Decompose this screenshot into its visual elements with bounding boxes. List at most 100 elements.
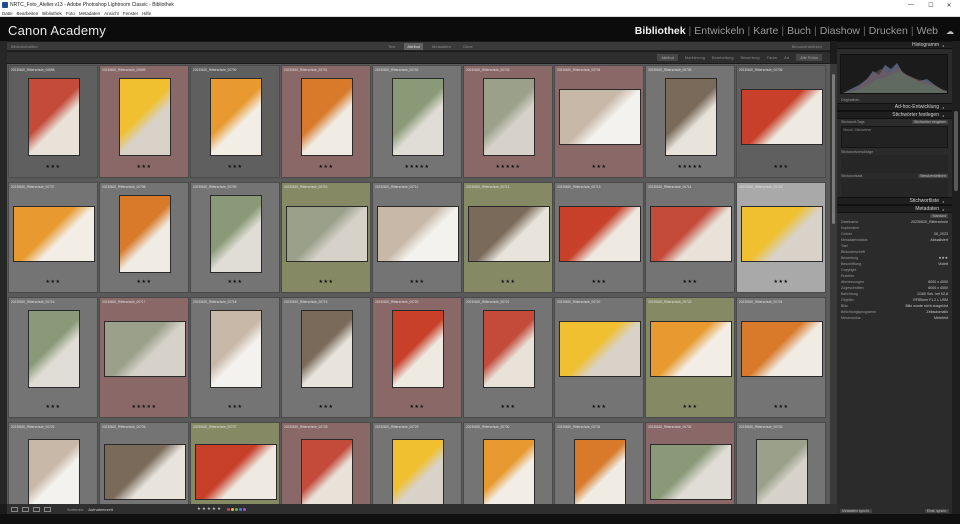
thumbnail-cell[interactable]: 20230620_Ritterschule_00705 ★★★★★ bbox=[645, 65, 735, 178]
module-bibliothek[interactable]: Bibliothek bbox=[633, 25, 688, 37]
menu-item-3[interactable]: Foto bbox=[66, 11, 75, 16]
maximize-button[interactable]: ☐ bbox=[922, 0, 940, 10]
photo-thumbnail[interactable] bbox=[392, 439, 444, 504]
thumbnail-rating[interactable]: ★★★ bbox=[464, 279, 552, 285]
metadata-value[interactable]: Aktualisiert bbox=[930, 238, 948, 242]
thumbnail-cell[interactable]: 20230620_Ritterschule_00731 bbox=[554, 422, 644, 504]
menu-item-2[interactable]: Bibliothek bbox=[42, 11, 62, 16]
quick-develop-header[interactable]: Ad-hoc-Entwicklung bbox=[837, 103, 952, 111]
thumbnail-cell[interactable]: 20230620_Ritterschule_00714 ★★★ bbox=[645, 182, 735, 293]
thumbnail-cell[interactable]: 20230620_Ritterschule_00729 bbox=[372, 422, 462, 504]
filter-tab-metadaten[interactable]: Metadaten bbox=[429, 43, 454, 50]
photo-thumbnail[interactable] bbox=[483, 439, 535, 504]
photo-thumbnail[interactable] bbox=[119, 78, 171, 156]
thumbnail-cell[interactable]: 20230620_Ritterschule_00715 ★★★ bbox=[736, 182, 826, 293]
photo-thumbnail[interactable] bbox=[741, 321, 823, 377]
photo-thumbnail[interactable] bbox=[377, 206, 459, 262]
metadata-header[interactable]: Metadaten bbox=[837, 205, 952, 213]
attribute-filter-0[interactable]: Attribut bbox=[657, 54, 678, 61]
photo-thumbnail[interactable] bbox=[210, 78, 262, 156]
thumbnail-cell[interactable]: 20230620_Ritterschule_00719 ★★★ bbox=[281, 297, 371, 418]
photo-thumbnail[interactable] bbox=[195, 444, 277, 500]
thumbnail-cell[interactable]: 20230620_Ritterschule_00712 ★★★ bbox=[463, 182, 553, 293]
metadata-value[interactable]: 20230620_Ritterschule bbox=[911, 220, 948, 224]
thumbnail-rating[interactable]: ★★★ bbox=[646, 279, 734, 285]
attribute-filter-3[interactable]: Bewertung bbox=[741, 55, 760, 60]
photo-thumbnail[interactable] bbox=[28, 78, 80, 156]
metadata-value[interactable]: RF85mm F1.2 L USM bbox=[913, 298, 948, 302]
photo-thumbnail[interactable] bbox=[483, 310, 535, 388]
thumbnail-cell[interactable]: 20230620_Ritterschule_00703 ★★★★★ bbox=[463, 65, 553, 178]
metadata-value[interactable]: ★★★ bbox=[938, 256, 948, 260]
attribute-filter-1[interactable]: Markierung bbox=[685, 55, 705, 60]
thumbnail-cell[interactable]: 20230620_Ritterschule_00706 ★★★ bbox=[736, 65, 826, 178]
close-button[interactable]: ✕ bbox=[940, 0, 958, 10]
thumbnail-rating[interactable]: ★★★ bbox=[373, 404, 461, 410]
keyword-set-grid[interactable] bbox=[841, 179, 948, 197]
thumbnail-rating[interactable]: ★★★ bbox=[373, 279, 461, 285]
thumbnail-cell[interactable]: 20230620_Ritterschule_00728 bbox=[281, 422, 371, 504]
photo-thumbnail[interactable] bbox=[210, 195, 262, 273]
thumbnail-grid[interactable]: 20230620_Ritterschule_00698 ★★★ 20230620_R… bbox=[7, 64, 830, 504]
color-label-dot[interactable] bbox=[238, 507, 242, 511]
thumbnail-cell[interactable]: 20230620_Ritterschule_00717 ★★★★★ bbox=[99, 297, 189, 418]
menu-item-7[interactable]: Hilfe bbox=[142, 11, 151, 16]
thumbnail-cell[interactable]: 20230620_Ritterschule_00725 bbox=[8, 422, 98, 504]
thumbnail-rating[interactable]: ★★★ bbox=[9, 404, 97, 410]
thumbnail-cell[interactable]: 20230620_Ritterschule_00702 ★★★★★ bbox=[372, 65, 462, 178]
thumbnail-cell[interactable]: 20230620_Ritterschule_00704 ★★★ bbox=[554, 65, 644, 178]
thumbnail-cell[interactable]: 20230620_Ritterschule_00732 bbox=[645, 422, 735, 504]
photo-thumbnail[interactable] bbox=[741, 89, 823, 145]
metadata-value[interactable]: 06_2023 bbox=[934, 232, 948, 236]
photo-thumbnail[interactable] bbox=[301, 310, 353, 388]
photo-thumbnail[interactable] bbox=[650, 444, 732, 500]
module-web[interactable]: Web bbox=[915, 25, 940, 37]
filter-preset[interactable]: Benutzerdefiniert bbox=[792, 44, 822, 49]
thumbnail-rating[interactable]: ★★★ bbox=[555, 164, 643, 170]
menu-item-0[interactable]: Datei bbox=[2, 11, 13, 16]
photo-thumbnail[interactable] bbox=[28, 439, 80, 504]
photo-thumbnail[interactable] bbox=[741, 206, 823, 262]
thumbnail-rating[interactable]: ★★★ bbox=[282, 279, 370, 285]
photo-thumbnail[interactable] bbox=[574, 439, 626, 504]
thumbnail-cell[interactable]: 20230620_Ritterschule_00701 ★★★ bbox=[281, 65, 371, 178]
photo-thumbnail[interactable] bbox=[210, 310, 262, 388]
thumbnail-rating[interactable]: ★★★ bbox=[100, 164, 188, 170]
thumbnail-rating[interactable]: ★★★ bbox=[555, 279, 643, 285]
photo-thumbnail[interactable] bbox=[104, 321, 186, 377]
grid-scroll-thumb[interactable] bbox=[832, 74, 835, 224]
thumbnail-cell[interactable]: 20230620_Ritterschule_00698 ★★★ bbox=[8, 65, 98, 178]
thumbnail-cell[interactable]: 20230620_Ritterschule_00721 ★★★ bbox=[463, 297, 553, 418]
photo-thumbnail[interactable] bbox=[13, 206, 95, 262]
thumbnail-cell[interactable]: 20230620_Ritterschule_00722 ★★★ bbox=[554, 297, 644, 418]
thumbnail-rating[interactable]: ★★★ bbox=[737, 404, 825, 410]
metadata-value[interactable]: 6000 x 4000 bbox=[928, 280, 948, 284]
grid-scrollbar[interactable] bbox=[830, 64, 837, 504]
thumbnail-cell[interactable]: 20230620_Ritterschule_00709 ★★★ bbox=[190, 182, 280, 293]
module-diashow[interactable]: Diashow bbox=[818, 25, 862, 37]
attribute-filter-4[interactable]: Farbe bbox=[767, 55, 777, 60]
left-panel-collapsed[interactable] bbox=[0, 41, 7, 504]
photo-thumbnail[interactable] bbox=[559, 321, 641, 377]
thumbnail-cell[interactable]: 20230620_Ritterschule_00700 ★★★ bbox=[190, 65, 280, 178]
thumbnail-rating[interactable]: ★★★ bbox=[9, 279, 97, 285]
attribute-filter-6[interactable]: Alle Fotos bbox=[796, 54, 822, 61]
thumbnail-rating[interactable]: ★★★ bbox=[191, 404, 279, 410]
metadata-value[interactable]: Violett bbox=[938, 262, 948, 266]
color-label-dot[interactable] bbox=[242, 507, 246, 511]
rating-stars[interactable]: ★★★★★ bbox=[197, 506, 222, 512]
photo-thumbnail[interactable] bbox=[104, 444, 186, 500]
grid-view-icon[interactable] bbox=[11, 506, 18, 512]
filter-tab-ohne[interactable]: Ohne bbox=[460, 43, 476, 50]
sync-settings-button[interactable]: Einst. synchr. bbox=[924, 509, 949, 513]
thumbnail-rating[interactable]: ★★★ bbox=[646, 404, 734, 410]
thumbnail-cell[interactable]: 20230620_Ritterschule_00733 bbox=[736, 422, 826, 504]
metadata-value[interactable]: Blitz wurde nicht ausgelöst bbox=[905, 304, 948, 308]
thumbnail-cell[interactable]: 20230620_Ritterschule_00730 bbox=[463, 422, 553, 504]
module-entwickeln[interactable]: Entwickeln bbox=[692, 25, 746, 37]
thumbnail-rating[interactable]: ★★★ bbox=[737, 164, 825, 170]
photo-thumbnail[interactable] bbox=[392, 310, 444, 388]
thumbnail-cell[interactable]: 20230620_Ritterschule_00699 ★★★ bbox=[99, 65, 189, 178]
menu-item-5[interactable]: Ansicht bbox=[104, 11, 119, 16]
thumbnail-cell[interactable]: 20230620_Ritterschule_00727 bbox=[190, 422, 280, 504]
